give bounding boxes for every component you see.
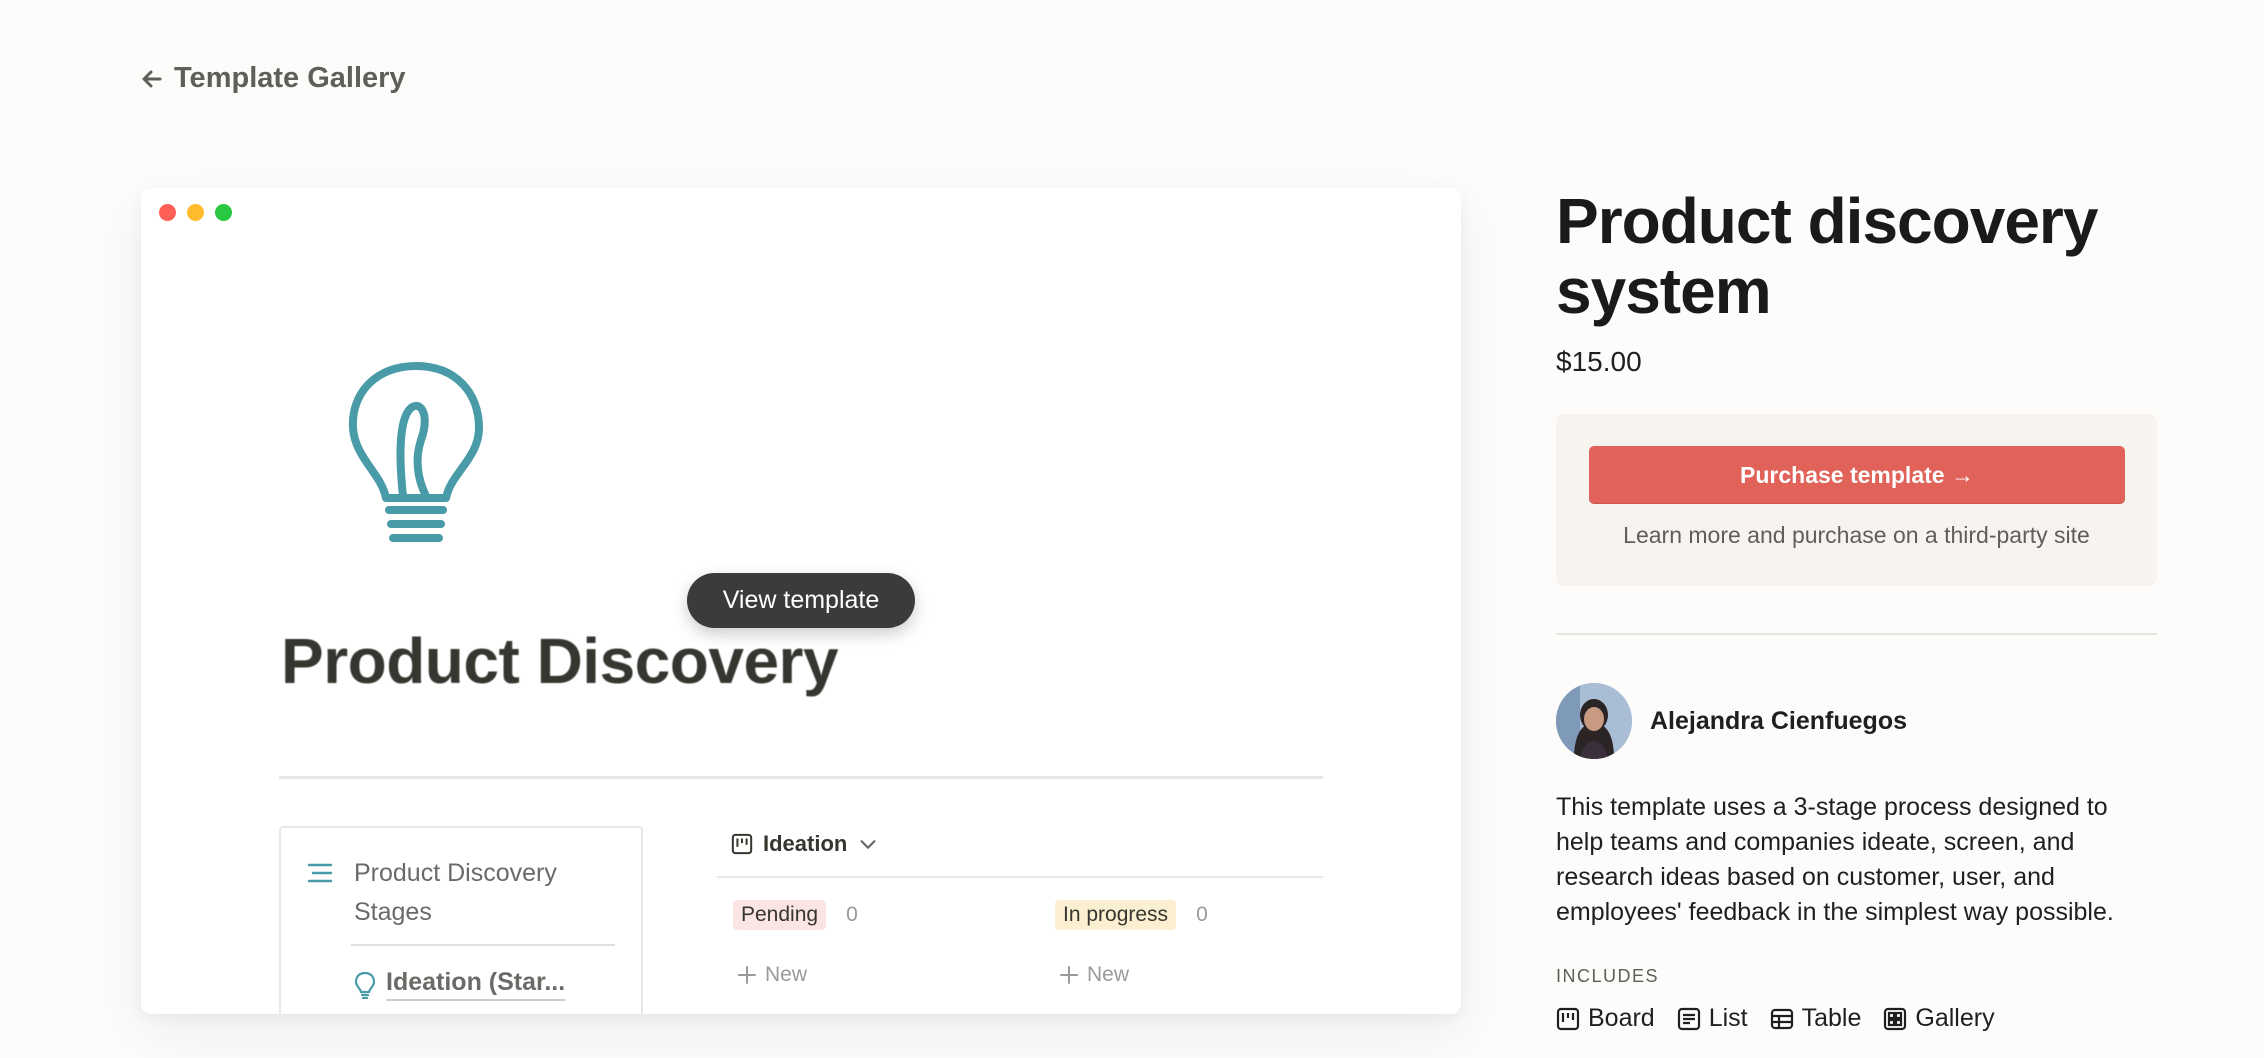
- small-lightbulb-icon: [354, 971, 376, 999]
- back-link-label: Template Gallery: [174, 62, 406, 94]
- column-header-in-progress: In progress 0: [1055, 900, 1208, 930]
- purchase-note: Learn more and purchase on a third-party…: [1623, 522, 2090, 548]
- stages-card: Product Discovery Stages Ideation (Star.…: [279, 826, 643, 1014]
- list-view-icon: [1677, 1007, 1700, 1030]
- new-label: New: [1087, 963, 1130, 986]
- chevron-down-icon: [860, 840, 876, 849]
- gallery-icon: [1884, 1007, 1907, 1030]
- board-view-name: Ideation: [763, 831, 848, 856]
- includes-item-board: Board: [1556, 1004, 1655, 1033]
- purchase-panel: Purchase template → Learn more and purch…: [1556, 414, 2157, 586]
- author-name: Alejandra Cienfuegos: [1650, 706, 1907, 735]
- purchase-template-button[interactable]: Purchase template →: [1589, 446, 2125, 504]
- template-price: $15.00: [1556, 346, 1642, 377]
- template-preview[interactable]: View template Product Discovery Product …: [141, 188, 1461, 1014]
- minimize-dot: [187, 204, 204, 221]
- template-description: This template uses a 3-stage process des…: [1556, 793, 2114, 926]
- window-controls: [159, 204, 232, 221]
- column-count: 0: [1196, 903, 1208, 926]
- arrow-left-icon: [142, 70, 162, 87]
- includes-list: Board List Table Gallery: [1556, 1004, 1995, 1033]
- new-card-button-in-progress[interactable]: New: [1059, 963, 1129, 987]
- new-label: New: [765, 963, 808, 986]
- table-icon: [1770, 1008, 1793, 1029]
- close-dot: [159, 204, 176, 221]
- status-chip-pending: Pending: [733, 900, 827, 930]
- preview-divider: [279, 776, 1323, 779]
- plus-icon: [1060, 966, 1078, 984]
- includes-item-label: Gallery: [1915, 1004, 1995, 1032]
- plus-icon: [738, 966, 756, 984]
- lightbulb-icon: [348, 362, 483, 542]
- board-icon: [1556, 1007, 1580, 1030]
- list-icon: [307, 863, 333, 883]
- avatar: [1556, 683, 1632, 759]
- section-divider: [1556, 633, 2157, 635]
- avatar-image: [1556, 683, 1632, 759]
- preview-page-title: Product Discovery: [281, 625, 839, 697]
- board-view-selector[interactable]: Ideation: [731, 831, 879, 857]
- template-title: Product discovery system: [1556, 185, 2098, 327]
- stage-link-ideation[interactable]: Ideation (Star...: [354, 968, 566, 1001]
- view-template-button[interactable]: View template: [687, 573, 915, 628]
- back-to-gallery-link[interactable]: Template Gallery: [140, 62, 406, 95]
- stage-link-label: Ideation (Star...: [386, 968, 566, 1001]
- board-divider: [717, 876, 1323, 878]
- includes-item-label: Table: [1801, 1004, 1862, 1032]
- includes-heading: INCLUDES: [1556, 966, 1660, 986]
- board-icon: [731, 833, 753, 855]
- stages-separator: [351, 944, 615, 946]
- status-chip-in-progress: In progress: [1055, 900, 1177, 930]
- maximize-dot: [215, 204, 232, 221]
- new-card-button-pending[interactable]: New: [737, 963, 807, 987]
- column-header-pending: Pending 0: [733, 900, 858, 930]
- author-block[interactable]: Alejandra Cienfuegos: [1556, 683, 1907, 759]
- includes-item-table: Table: [1770, 1004, 1862, 1033]
- includes-item-label: Board: [1588, 1004, 1655, 1032]
- includes-item-list: List: [1677, 1004, 1748, 1033]
- includes-item-label: List: [1708, 1004, 1748, 1032]
- includes-item-gallery: Gallery: [1883, 1004, 1995, 1033]
- column-count: 0: [846, 903, 858, 926]
- stages-heading: Product Discovery Stages: [354, 859, 557, 926]
